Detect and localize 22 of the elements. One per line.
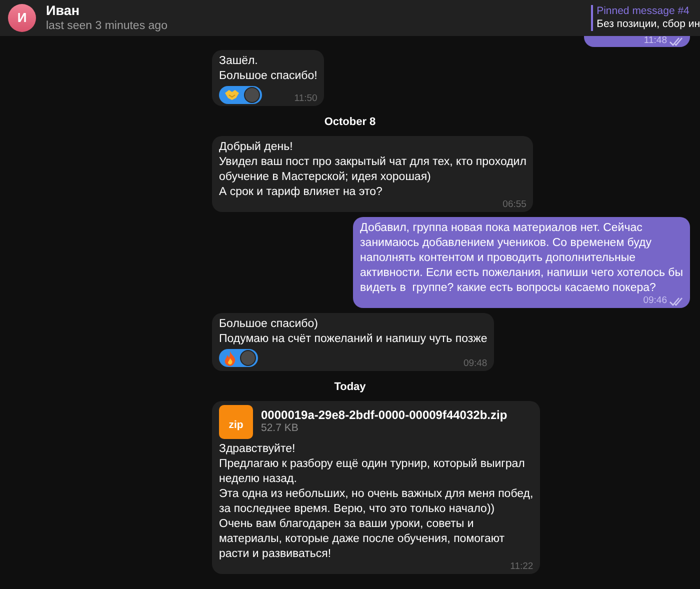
reaction-chip[interactable] bbox=[219, 86, 262, 104]
last-seen-status: last seen 3 minutes ago bbox=[46, 19, 168, 33]
message-text: Добавил, группа новая пока материалов нет. Сейчас занимаюсь добавлением учеников. Со временем буду наполнять контентом и проводить дополнительные активности. Если есть пожелания, напиши чего хотелось бы видеть в группе? какие есть вопросы касаемо покера? bbox=[360, 221, 683, 296]
reaction-chip[interactable] bbox=[219, 349, 258, 367]
message-time: 11:48 bbox=[644, 36, 667, 46]
date-separator: Today bbox=[334, 380, 366, 394]
message-time: 11:22 bbox=[510, 562, 534, 572]
file-size: 52.7 KB bbox=[261, 422, 300, 435]
reactor-avatar bbox=[240, 350, 256, 366]
message-time: 11:50 bbox=[294, 94, 318, 104]
file-name[interactable]: 0000019a-29e8-2bdf-0000-00009f44032b.zip bbox=[261, 408, 508, 422]
message-time: 09:46 bbox=[643, 296, 667, 306]
message-time: 09:48 bbox=[463, 358, 488, 368]
message-time: 06:55 bbox=[502, 200, 526, 210]
message-text: Большое спасибо) Подумаю на счёт пожеланий и напишу чуть позже bbox=[219, 317, 488, 347]
message-text: Здравствуйте! Предлагаю к разбору ещё один турнир, который выиграл неделю назад. Эта одна из небольших, но очень важных для меня побед, за последнее время. Верю, что это только начало)) Очень вам благодарен за ваши уроки, советы и материалы, которые даже после обучения, помогают расти и развиваться! bbox=[219, 442, 534, 562]
message-text: Зашёл. Большое спасибо! bbox=[219, 54, 318, 84]
contact-name: Иван bbox=[46, 3, 80, 19]
message-text: Добрый день! Увидел ваш пост про закрытый чат для тех, кто проходил обучение в Мастерской; идея хорошая) А срок и тариф влияет на это? bbox=[219, 140, 526, 200]
reactor-avatar bbox=[244, 87, 260, 103]
date-separator: October 8 bbox=[324, 115, 376, 130]
pinned-message[interactable]: Pinned message #4 Без позиции, сбор ин bbox=[590, 5, 700, 31]
